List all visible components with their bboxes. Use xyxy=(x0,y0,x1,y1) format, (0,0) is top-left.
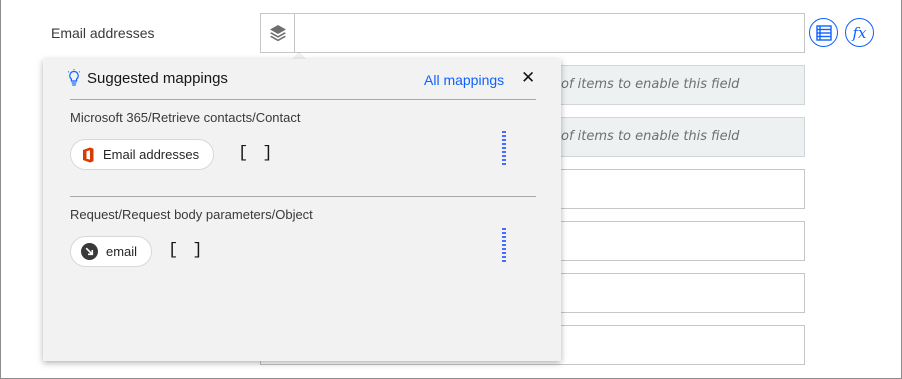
popover-title: Suggested mappings xyxy=(87,69,228,87)
array-type-indicator: [ ] xyxy=(168,241,205,260)
email-addresses-input[interactable] xyxy=(295,14,804,52)
divider xyxy=(70,99,536,100)
popover-header: Suggested mappings xyxy=(67,69,228,87)
field-label: Email addresses xyxy=(51,25,155,41)
list-button[interactable] xyxy=(809,18,838,47)
mapping-chip-email-addresses[interactable]: Email addresses xyxy=(70,139,215,170)
email-addresses-field xyxy=(260,13,805,53)
layers-button[interactable] xyxy=(261,14,295,52)
disabled-hint: of items to enable this field xyxy=(561,77,740,92)
divider xyxy=(70,196,536,197)
layers-icon xyxy=(269,25,286,42)
mapping-chip-email[interactable]: email xyxy=(70,236,153,267)
drag-handle[interactable] xyxy=(502,131,506,165)
office-icon xyxy=(83,147,94,162)
mapping-source-path: Microsoft 365/Retrieve contacts/Contact xyxy=(70,110,301,125)
all-mappings-link[interactable]: All mappings xyxy=(424,72,504,88)
fx-button[interactable]: fx xyxy=(845,18,874,47)
drag-handle[interactable] xyxy=(502,228,506,262)
suggested-mappings-popover: Suggested mappings All mappings ✕ Micros… xyxy=(43,59,561,361)
chip-label: Email addresses xyxy=(103,147,200,162)
list-icon xyxy=(815,24,832,41)
arrow-icon xyxy=(81,243,98,260)
mapping-source-path: Request/Request body parameters/Object xyxy=(70,207,313,222)
chip-label: email xyxy=(106,244,138,259)
close-icon[interactable]: ✕ xyxy=(521,69,535,86)
array-type-indicator: [ ] xyxy=(238,144,275,163)
lightbulb-icon xyxy=(67,69,81,86)
fx-icon: fx xyxy=(852,23,867,42)
disabled-hint: of items to enable this field xyxy=(561,129,740,144)
